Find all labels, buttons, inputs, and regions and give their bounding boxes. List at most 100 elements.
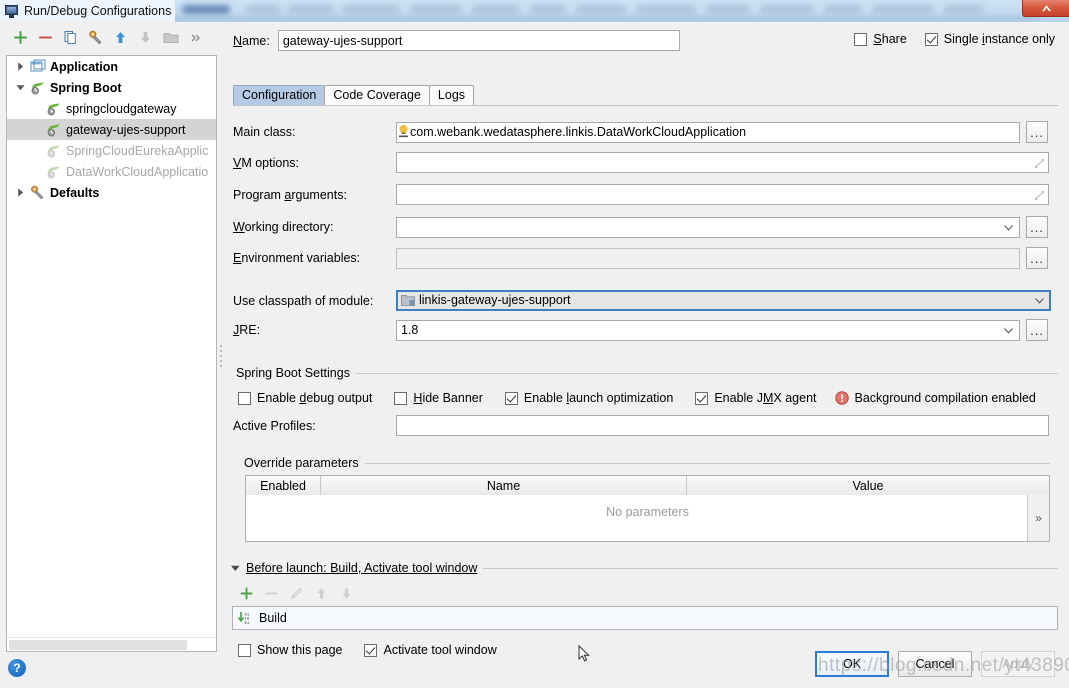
tree-item-dataworkcloudapplicatio[interactable]: DataWorkCloudApplicatio (7, 161, 216, 182)
triangle-down-icon[interactable] (231, 565, 240, 572)
spring-boot-settings-group: Spring Boot Settings (236, 366, 1058, 380)
show-this-page-box (238, 643, 251, 657)
working-directory-browse-button[interactable]: ... (1026, 216, 1048, 238)
table-empty-body: No parameters » (246, 495, 1049, 541)
ok-button[interactable]: OK (815, 651, 889, 677)
main-class-browse-button[interactable]: ... (1026, 121, 1048, 143)
classpath-module-label: Use classpath of module: (233, 293, 374, 308)
tree-item-label: SpringCloudEurekaApplic (66, 143, 209, 158)
tree-item-spring-boot[interactable]: Spring Boot (7, 77, 216, 98)
override-parameters-group: Override parameters (244, 456, 1050, 470)
tab-logs[interactable]: Logs (428, 85, 475, 106)
main-class-row: Main class: com.webank.wedatasphere.link… (233, 121, 1058, 143)
group-divider (364, 462, 1050, 464)
vm-options-label: VM options: (233, 155, 300, 170)
column-header-value[interactable]: Value (687, 476, 1049, 495)
move-task-up-button (309, 582, 334, 604)
chevron-down-icon[interactable] (15, 84, 26, 91)
build-icon: 01 10 01 (237, 611, 253, 625)
close-icon[interactable] (1022, 0, 1069, 17)
hide-banner-checkbox[interactable]: Hide Banner (394, 391, 483, 405)
group-divider (483, 567, 1058, 569)
program-arguments-input[interactable] (396, 184, 1049, 205)
enable-debug-output-checkbox[interactable]: Enable debug output (238, 391, 372, 405)
tree-item-label: DataWorkCloudApplicatio (66, 164, 209, 179)
window-title: Run/Debug Configurations (24, 4, 172, 18)
column-header-name[interactable]: Name (321, 476, 687, 495)
name-row: Name: (233, 30, 680, 51)
move-task-down-button (334, 582, 359, 604)
move-up-button[interactable] (108, 25, 133, 50)
enable-jmx-agent-checkbox[interactable]: Enable JMX agent (695, 391, 817, 405)
apply-button[interactable]: Apply (981, 651, 1055, 677)
tree-item-defaults[interactable]: Defaults (7, 182, 216, 203)
tabs-underline (233, 105, 1058, 106)
name-input[interactable] (277, 30, 680, 51)
chevron-down-icon (1004, 224, 1013, 231)
active-profiles-input[interactable] (396, 415, 1049, 436)
show-this-page-checkbox[interactable]: Show this page (238, 643, 342, 657)
environment-variables-browse-button[interactable]: ... (1026, 247, 1048, 269)
single-instance-checkbox[interactable]: Single instance only (924, 32, 1055, 46)
panel-splitter[interactable] (219, 342, 224, 368)
chevron-right-icon[interactable] (15, 188, 26, 197)
before-launch-item-label: Build (259, 610, 287, 625)
jre-row: JRE: 1.8 ... (233, 319, 1058, 341)
remove-configuration-button[interactable] (33, 25, 58, 50)
override-parameters-table[interactable]: Enabled Name Value No parameters » (245, 475, 1050, 542)
configurations-tree[interactable]: Application Spring Boot springcloudgateway… (6, 55, 217, 652)
before-launch-group[interactable]: Before launch: Build, Activate tool wind… (231, 561, 1058, 575)
window-titlebar[interactable]: Run/Debug Configurations (0, 0, 175, 22)
application-icon (30, 59, 46, 75)
share-checkbox[interactable]: Share (854, 32, 907, 46)
tab-configuration[interactable]: Configuration (233, 85, 326, 106)
add-task-button[interactable] (234, 582, 259, 604)
before-launch-item-build[interactable]: 01 10 01 Build (233, 607, 1057, 628)
single-instance-checkbox-box (924, 32, 938, 46)
tree-item-application[interactable]: Application (7, 56, 216, 77)
defaults-wrench-icon (30, 185, 46, 201)
jre-label: JRE: (233, 323, 261, 337)
working-directory-input[interactable] (396, 216, 1020, 238)
cancel-button[interactable]: Cancel (898, 651, 972, 677)
column-header-enabled[interactable]: Enabled (246, 476, 321, 495)
module-icon (401, 295, 415, 306)
jre-combobox[interactable]: 1.8 (396, 319, 1020, 341)
help-button[interactable]: ? (8, 659, 26, 677)
tree-scrollbar-thumb[interactable] (9, 640, 187, 650)
show-this-page-label: Show this page (257, 643, 343, 657)
move-into-folder-button (158, 25, 183, 50)
remove-task-button (259, 582, 284, 604)
vm-options-input[interactable] (396, 152, 1049, 173)
before-launch-toolbar (234, 582, 359, 604)
main-class-input[interactable]: com.webank.wedatasphere.linkis.DataWorkC… (396, 121, 1020, 143)
environment-variables-input[interactable] (396, 247, 1020, 269)
tree-item-springcloudeurekaapplic[interactable]: SpringCloudEurekaApplic (7, 140, 216, 161)
activate-tool-window-checkbox[interactable]: Activate tool window (364, 643, 497, 657)
background-compilation-warning[interactable]: Background compilation enabled (834, 391, 1036, 405)
program-arguments-label: Program arguments: (233, 187, 347, 202)
chevron-right-icon[interactable] (15, 62, 26, 71)
tree-horizontal-scrollbar[interactable] (7, 637, 216, 651)
more-options-button[interactable] (183, 25, 208, 50)
edit-defaults-button[interactable] (83, 25, 108, 50)
tab-code-coverage[interactable]: Code Coverage (324, 85, 430, 106)
jre-browse-button[interactable]: ... (1026, 319, 1048, 341)
add-configuration-button[interactable] (8, 25, 33, 50)
error-circle-icon (834, 391, 849, 405)
classpath-module-value: linkis-gateway-ujes-support (419, 293, 571, 307)
configuration-pane: Configuration Code Coverage Logs Main cl… (226, 55, 1064, 657)
tree-item-springcloudgateway[interactable]: springcloudgateway (7, 98, 216, 119)
tree-item-gateway-ujes-support[interactable]: gateway-ujes-support (7, 119, 216, 140)
spring-boot-icon (30, 80, 46, 96)
table-more-button[interactable]: » (1027, 495, 1049, 541)
hide-banner-box (394, 391, 408, 405)
top-checkboxes: Share Single instance only (854, 32, 1055, 46)
before-launch-list[interactable]: 01 10 01 Build (232, 606, 1058, 630)
spring-boot-icon (46, 101, 62, 117)
enable-launch-optimization-box (504, 391, 518, 405)
enable-launch-optimization-checkbox[interactable]: Enable launch optimization (504, 391, 673, 405)
classpath-module-combobox[interactable]: linkis-gateway-ujes-support (396, 290, 1051, 311)
copy-configuration-button[interactable] (58, 25, 83, 50)
override-parameters-title: Override parameters (244, 456, 359, 470)
